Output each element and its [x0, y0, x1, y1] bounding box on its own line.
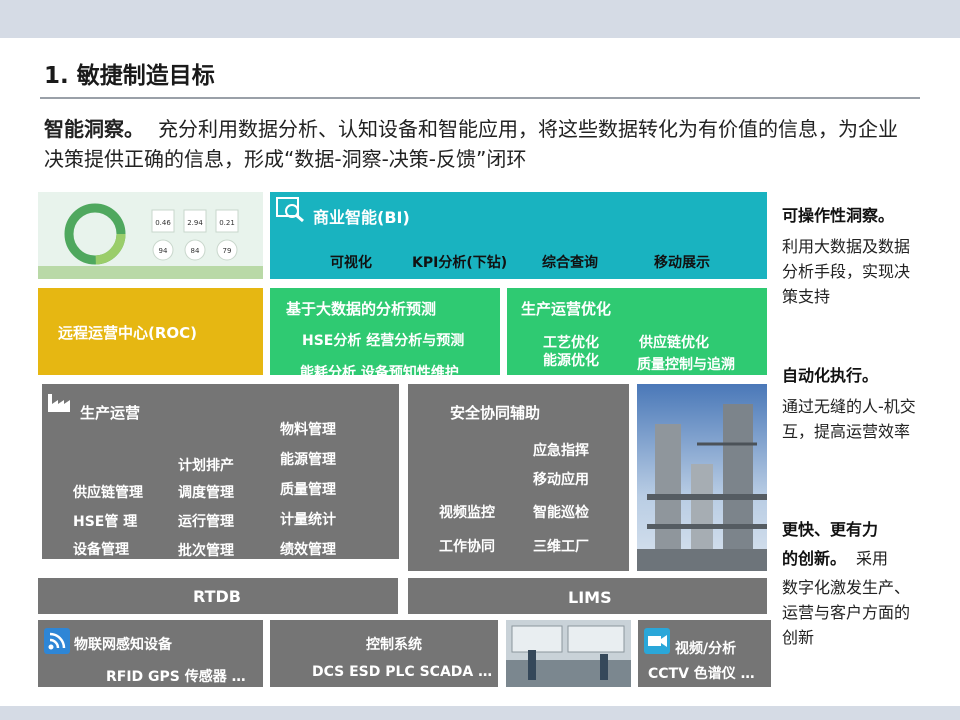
safety-title: 安全协同辅助 — [450, 404, 541, 422]
safety-emergency: 应急指挥 — [533, 443, 589, 459]
roc-label: 远程运营中心(ROC) — [58, 324, 198, 342]
safety-mobile-app: 移动应用 — [533, 472, 589, 488]
refinery-graphic — [637, 384, 767, 571]
title-divider — [40, 97, 920, 99]
control-room-graphic — [506, 620, 631, 687]
control-room-photo — [506, 620, 631, 687]
dash-value-2: 2.94 — [187, 219, 203, 227]
prod-supply-mgmt: 供应链管理 — [73, 485, 143, 501]
intro-bold: 智能洞察。 — [44, 117, 144, 141]
bigdata-line2: 能耗分析 设备预知性维护 — [300, 365, 459, 375]
prod-opt-title: 生产运营优化 — [521, 300, 612, 318]
safety-3d-plant: 三维工厂 — [533, 539, 589, 555]
dash-value-1: 0.46 — [155, 219, 171, 227]
dashboard-image: 0.46 2.94 0.21 94 84 79 — [38, 192, 263, 279]
sidebar-para-3: 的创新。 采用 — [782, 546, 932, 571]
prod-batch-mgmt: 批次管理 — [178, 543, 234, 559]
dash-value-4: 94 — [159, 247, 168, 255]
prod-metering-stats: 计量统计 — [280, 512, 336, 528]
video-sub: CCTV 色谱仪 … — [648, 666, 755, 682]
rtdb-label: RTDB — [193, 587, 241, 606]
prod-energy-mgmt: 能源管理 — [280, 452, 336, 468]
camera-icon — [644, 628, 670, 654]
prod-material-mgmt: 物料管理 — [280, 422, 336, 438]
video-panel: 视频/分析 CCTV 色谱仪 … — [638, 620, 771, 687]
sidebar-heading-3b: 的创新。 — [782, 549, 847, 568]
rtdb-bar: RTDB — [38, 578, 398, 614]
safety-work-collab: 工作协同 — [439, 539, 495, 555]
dash-value-6: 79 — [223, 247, 232, 255]
sidebar-text-3b: 数字化激发生产、运营与客户方面的创新 — [782, 578, 911, 647]
bigdata-panel: 基于大数据的分析预测 HSE分析 经营分析与预测 能耗分析 设备预知性维护 — [270, 288, 500, 375]
lims-label: LIMS — [568, 588, 612, 607]
video-title: 视频/分析 — [675, 641, 737, 657]
bottom-bar — [0, 706, 960, 720]
intro-paragraph: 智能洞察。 充分利用数据分析、认知设备和智能应用，将这些数据转化为有价值的信息，为… — [44, 114, 914, 174]
prod-run-mgmt: 运行管理 — [178, 514, 234, 530]
top-bar — [0, 0, 960, 38]
lims-bar: LIMS — [408, 578, 767, 614]
production-title: 生产运营 — [80, 404, 141, 422]
bi-title: 商业智能(BI) — [313, 208, 410, 227]
sidebar-heading-1: 可操作性洞察。 — [782, 206, 895, 225]
signal-icon — [44, 628, 70, 654]
prod-equipment-mgmt: 设备管理 — [73, 542, 129, 558]
prod-opt-energy: 能源优化 — [543, 353, 599, 369]
safety-panel: 安全协同辅助 视频监控 工作协同 应急指挥 移动应用 智能巡检 三维工厂 — [408, 384, 629, 571]
sidebar-heading-3a: 更快、更有力 — [782, 520, 879, 539]
prod-opt-supply: 供应链优化 — [639, 335, 709, 351]
bi-item-visualization: 可视化 — [330, 255, 372, 271]
sidebar-text-2: 通过无缝的人-机交互，提高运营效率 — [782, 397, 916, 441]
iot-sub: RFID GPS 传感器 … — [106, 669, 246, 685]
production-panel: 生产运营 供应链管理 HSE管 理 设备管理 计划排产 调度管理 运行管理 批次… — [42, 384, 399, 559]
dash-value-3: 0.21 — [219, 219, 235, 227]
bi-item-query: 综合查询 — [542, 255, 598, 271]
dashboard-graphic: 0.46 2.94 0.21 94 84 79 — [38, 192, 263, 279]
bi-panel: 商业智能(BI) 可视化 KPI分析(下钻) 综合查询 移动展示 — [270, 192, 767, 279]
sidebar-text-1: 利用大数据及数据分析手段，实现决策支持 — [782, 237, 911, 306]
iot-title: 物联网感知设备 — [74, 637, 172, 653]
safety-smart-inspection: 智能巡检 — [533, 505, 589, 521]
roc-panel: 远程运营中心(ROC) — [38, 288, 263, 375]
iot-panel: 物联网感知设备 RFID GPS 传感器 … — [38, 620, 263, 687]
control-sub: DCS ESD PLC SCADA … — [312, 664, 493, 680]
control-panel: 控制系统 DCS ESD PLC SCADA … — [270, 620, 498, 687]
bi-item-kpi: KPI分析(下钻) — [412, 255, 508, 271]
dash-value-5: 84 — [191, 247, 200, 255]
refinery-photo — [637, 384, 767, 571]
prod-scheduling: 计划排产 — [178, 458, 234, 474]
sidebar-text-3a: 采用 — [856, 549, 889, 568]
prod-opt-panel: 生产运营优化 工艺优化 能源优化 供应链优化 质量控制与追溯 — [507, 288, 767, 375]
prod-opt-quality: 质量控制与追溯 — [637, 357, 735, 373]
factory-icon — [48, 394, 70, 412]
bigdata-title: 基于大数据的分析预测 — [286, 300, 437, 318]
bi-analytics-icon — [276, 197, 304, 223]
prod-dispatch-mgmt: 调度管理 — [178, 485, 234, 501]
control-title: 控制系统 — [366, 637, 422, 653]
prod-opt-process: 工艺优化 — [543, 335, 599, 351]
prod-performance-mgmt: 绩效管理 — [280, 542, 336, 558]
bi-item-mobile: 移动展示 — [654, 255, 710, 271]
safety-video-monitor: 视频监控 — [439, 505, 495, 521]
bigdata-line1: HSE分析 经营分析与预测 — [302, 333, 465, 349]
page-title: 1. 敏捷制造目标 — [44, 63, 215, 89]
prod-hse-mgmt: HSE管 理 — [73, 514, 138, 530]
sidebar-heading-2: 自动化执行。 — [782, 366, 879, 385]
prod-quality-mgmt: 质量管理 — [280, 482, 336, 498]
intro-text: 充分利用数据分析、认知设备和智能应用，将这些数据转化为有价值的信息，为企业决策提… — [44, 117, 898, 171]
